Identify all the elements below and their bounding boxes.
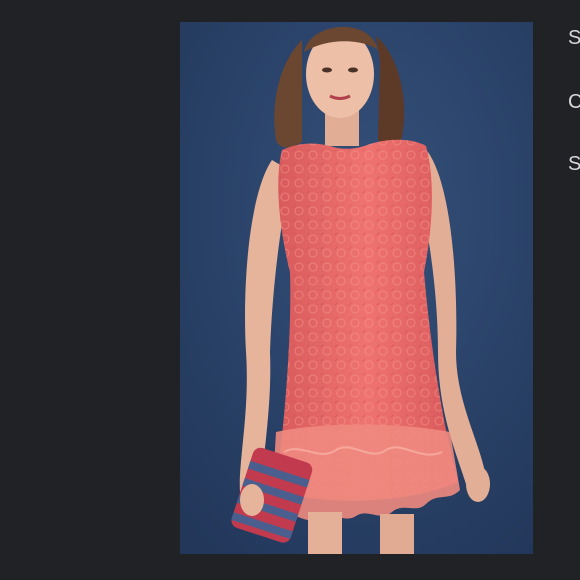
left-hand (240, 484, 264, 516)
right-hand (466, 466, 490, 502)
side-text-1: S (568, 27, 580, 49)
side-text-3: S (568, 153, 580, 175)
right-eye (348, 67, 358, 73)
dress-photo-illustration (180, 22, 533, 554)
right-leg (380, 514, 414, 554)
product-photo[interactable] (180, 22, 533, 554)
side-text-2: C (568, 91, 580, 113)
left-eye (322, 67, 332, 73)
left-leg (308, 512, 342, 554)
screen: S C S (0, 0, 580, 580)
